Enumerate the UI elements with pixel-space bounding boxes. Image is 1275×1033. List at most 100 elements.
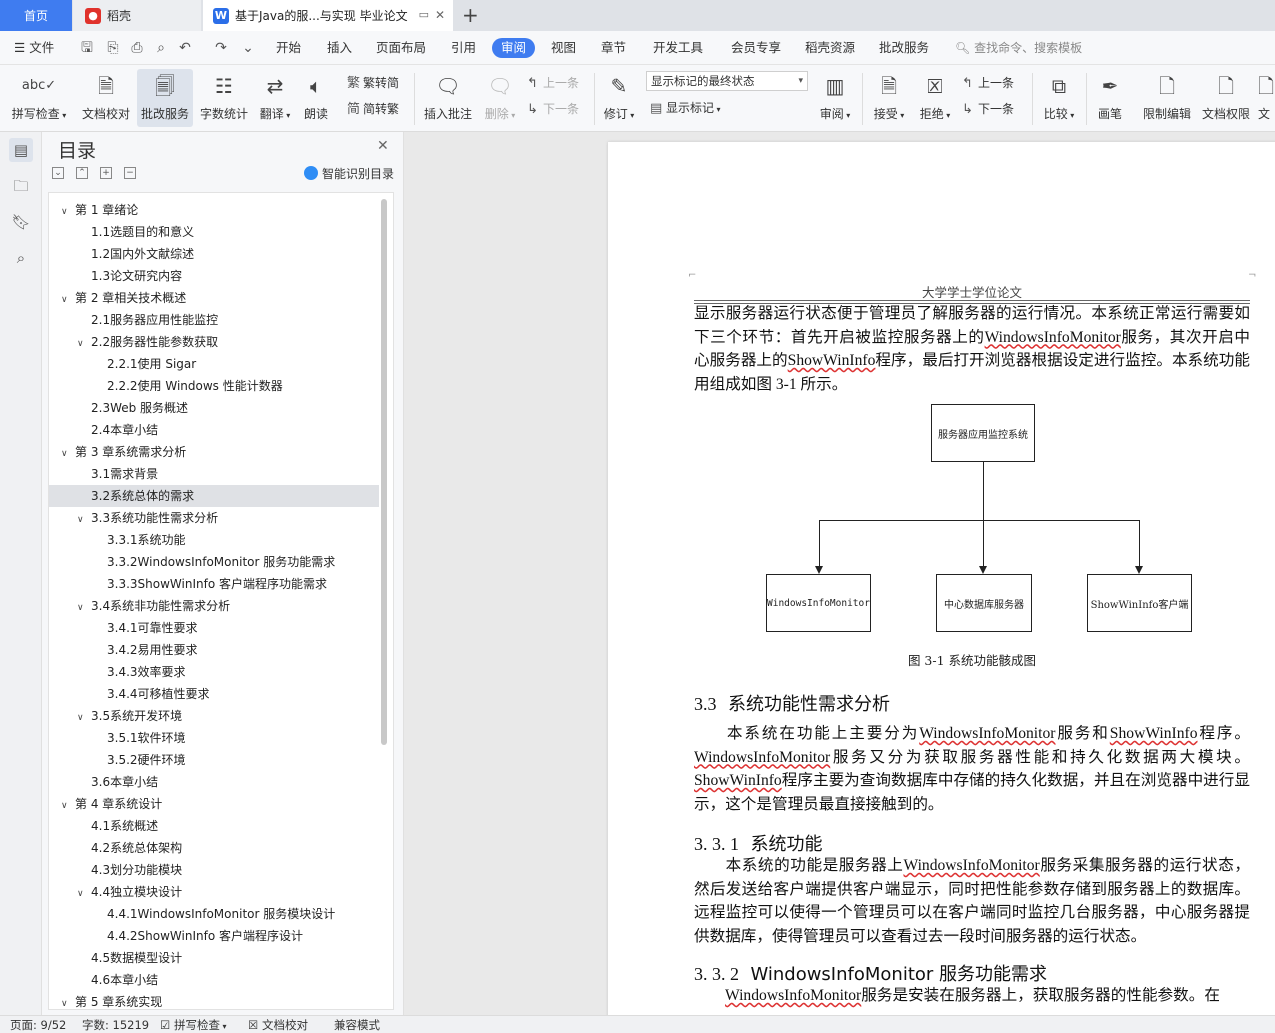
- chevron-down-icon[interactable]: ∨: [77, 707, 91, 729]
- outline-item[interactable]: 2.4本章小结: [49, 419, 379, 441]
- tab-monitor-icon[interactable]: ▭: [419, 8, 429, 21]
- menu-view[interactable]: 视图: [551, 31, 576, 65]
- reject-button[interactable]: 🗵 拒绝 ▾: [914, 69, 956, 127]
- menu-page-layout[interactable]: 页面布局: [376, 31, 426, 65]
- remove-heading-icon[interactable]: −: [124, 167, 136, 179]
- new-tab-button[interactable]: +: [462, 3, 479, 27]
- outline-item[interactable]: 1.1选题目的和意义: [49, 221, 379, 243]
- outline-item[interactable]: 3.3.3ShowWinInfo 客户端程序功能需求: [49, 573, 379, 595]
- document-page[interactable]: ⌐ ¬ 大学学士学位论文 显示服务器运行状态便于管理员了解服务器的运行情况。本系…: [608, 142, 1275, 1015]
- export-pdf-icon[interactable]: ⎘: [105, 40, 121, 56]
- undo-icon[interactable]: ↶: [177, 40, 193, 56]
- expand-up-icon[interactable]: ⌃: [76, 167, 88, 179]
- menu-member[interactable]: 会员专享: [731, 31, 781, 65]
- tab-document[interactable]: W 基于Java的服...与实现 毕业论文 ▭ ✕: [203, 0, 453, 31]
- delete-comment-button[interactable]: 🗨 删除 ▾: [480, 69, 520, 127]
- outline-item[interactable]: 3.6本章小结: [49, 771, 379, 793]
- collapse-all-icon[interactable]: ⌄: [52, 167, 64, 179]
- command-search[interactable]: 🔍︎ 查找命令、搜索模板: [955, 31, 1082, 65]
- review-pane-button[interactable]: ▥ 审阅 ▾: [814, 69, 856, 127]
- chapter-nav-icon[interactable]: 🗀: [9, 174, 33, 198]
- outline-item[interactable]: ∨ 3.3系统功能性需求分析: [49, 507, 379, 529]
- heading-3-3[interactable]: 3.3 系统功能性需求分析: [694, 690, 890, 716]
- tab-close-icon[interactable]: ✕: [435, 8, 445, 22]
- tab-home[interactable]: 首页: [0, 0, 72, 31]
- file-menu[interactable]: ☰ 文件: [14, 31, 54, 65]
- paragraph-intro[interactable]: 显示服务器运行状态便于管理员了解服务器的运行情况。本系统正常运行需要如下三个环节…: [694, 302, 1250, 396]
- chevron-down-icon[interactable]: ∨: [61, 443, 75, 465]
- tab-daoke[interactable]: ● 稻壳: [73, 0, 201, 31]
- outline-item[interactable]: 3.3.1系统功能: [49, 529, 379, 551]
- outline-item[interactable]: 4.4.1WindowsInfoMonitor 服务模块设计: [49, 903, 379, 925]
- outline-item[interactable]: 4.2系统总体架构: [49, 837, 379, 859]
- outline-item[interactable]: 3.4.2易用性要求: [49, 639, 379, 661]
- paragraph-3-3-1[interactable]: 本系统的功能是服务器上WindowsInfoMonitor服务采集服务器的运行状…: [694, 854, 1250, 948]
- outline-item[interactable]: 2.2.1使用 Sigar: [49, 353, 379, 375]
- menu-daoke-resources[interactable]: 稻壳资源: [805, 31, 855, 65]
- outline-item[interactable]: ∨ 第 5 章系统实现: [49, 991, 379, 1009]
- doc-proof-button[interactable]: 🗎 文档校对: [78, 69, 134, 127]
- menu-section[interactable]: 章节: [601, 31, 626, 65]
- outline-item[interactable]: 1.2国内外文献综述: [49, 243, 379, 265]
- compare-button[interactable]: ⧉ 比较 ▾: [1038, 69, 1080, 127]
- track-changes-button[interactable]: ✎ 修订 ▾: [598, 69, 640, 127]
- insert-comment-button[interactable]: 🗨 插入批注: [420, 69, 476, 127]
- outline-item[interactable]: ∨ 第 4 章系统设计: [49, 793, 379, 815]
- chevron-down-icon[interactable]: ∨: [61, 201, 75, 223]
- save-icon[interactable]: 🖫: [79, 40, 95, 56]
- correction-service-button[interactable]: 🗐 批改服务: [137, 69, 193, 127]
- outline-item[interactable]: 1.3论文研究内容: [49, 265, 379, 287]
- outline-item[interactable]: ∨ 3.4系统非功能性需求分析: [49, 595, 379, 617]
- outline-item[interactable]: 2.3Web 服务概述: [49, 397, 379, 419]
- restrict-edit-button[interactable]: 🗋 限制编辑: [1140, 69, 1194, 127]
- read-aloud-button[interactable]: 🔈︎ 朗读: [298, 69, 334, 127]
- find-icon[interactable]: ⌕: [9, 246, 33, 270]
- menu-correction[interactable]: 批改服务: [879, 31, 929, 65]
- outline-item[interactable]: 3.4.1可靠性要求: [49, 617, 379, 639]
- outline-item[interactable]: 3.4.4可移植性要求: [49, 683, 379, 705]
- menu-insert[interactable]: 插入: [327, 31, 352, 65]
- more-quick-icon[interactable]: ⌄: [240, 40, 256, 56]
- next-change-button[interactable]: ↳ 下一条: [962, 99, 1014, 119]
- chevron-down-icon[interactable]: ∨: [77, 883, 91, 905]
- outline-item[interactable]: 3.5.1软件环境: [49, 727, 379, 749]
- word-count-indicator[interactable]: 字数: 15219: [82, 1016, 149, 1033]
- outline-item[interactable]: 4.6本章小结: [49, 969, 379, 991]
- outline-item[interactable]: 3.2系统总体的需求: [49, 485, 379, 507]
- outline-item[interactable]: 3.4.3效率要求: [49, 661, 379, 683]
- outline-item[interactable]: ∨ 第 3 章系统需求分析: [49, 441, 379, 463]
- proof-status[interactable]: ☒ 文档校对: [248, 1016, 308, 1033]
- outline-item[interactable]: 4.1系统概述: [49, 815, 379, 837]
- trad-to-simp-button[interactable]: 繁繁转简: [347, 73, 399, 93]
- show-markup-button[interactable]: ▤ 显示标记 ▾: [650, 98, 721, 118]
- bookmark-icon[interactable]: 🔖︎: [9, 210, 33, 234]
- close-icon[interactable]: ✕: [377, 138, 389, 154]
- simp-to-trad-button[interactable]: 简简转繁: [347, 99, 399, 119]
- heading-3-3-1[interactable]: 3. 3. 1 系统功能: [694, 830, 822, 856]
- heading-3-3-2[interactable]: 3. 3. 2 WindowsInfoMonitor 服务功能需求: [694, 960, 1047, 986]
- page-indicator[interactable]: 页面: 9/52: [10, 1016, 66, 1033]
- accept-button[interactable]: 🗎 接受 ▾: [868, 69, 910, 127]
- ribbon-overflow-button[interactable]: 🗋 文: [1258, 69, 1275, 127]
- chevron-down-icon[interactable]: ∨: [77, 597, 91, 619]
- outline-item[interactable]: ∨ 2.2服务器性能参数获取: [49, 331, 379, 353]
- chevron-down-icon[interactable]: ∨: [61, 289, 75, 311]
- menu-review[interactable]: 审阅: [492, 38, 536, 58]
- outline-icon[interactable]: ▤: [9, 138, 33, 162]
- paragraph-3-3-2[interactable]: WindowsInfoMonitor服务是安装在服务器上，获取服务器的性能参数。…: [694, 984, 1250, 1008]
- prev-change-button[interactable]: ↰ 上一条: [962, 73, 1014, 93]
- outline-item[interactable]: ∨ 第 1 章绪论: [49, 199, 379, 221]
- paragraph-3-3[interactable]: 本系统在功能上主要分为WindowsInfoMonitor服务和ShowWinI…: [694, 722, 1250, 816]
- outline-item[interactable]: 4.4.2ShowWinInfo 客户端程序设计: [49, 925, 379, 947]
- word-count-button[interactable]: ☷ 字数统计: [196, 69, 252, 127]
- outline-item[interactable]: 3.3.2WindowsInfoMonitor 服务功能需求: [49, 551, 379, 573]
- add-heading-icon[interactable]: +: [100, 167, 112, 179]
- outline-item[interactable]: ∨ 第 2 章相关技术概述: [49, 287, 379, 309]
- prev-comment-button[interactable]: ↰ 上一条: [527, 73, 579, 93]
- translate-button[interactable]: ⇄ 翻译 ▾: [255, 69, 295, 127]
- doc-rights-button[interactable]: 🗋 文档权限: [1198, 69, 1254, 127]
- print-preview-icon[interactable]: ⌕: [153, 40, 169, 56]
- next-comment-button[interactable]: ↳ 下一条: [527, 99, 579, 119]
- redo-icon[interactable]: ↷: [213, 40, 229, 56]
- outline-item[interactable]: 3.1需求背景: [49, 463, 379, 485]
